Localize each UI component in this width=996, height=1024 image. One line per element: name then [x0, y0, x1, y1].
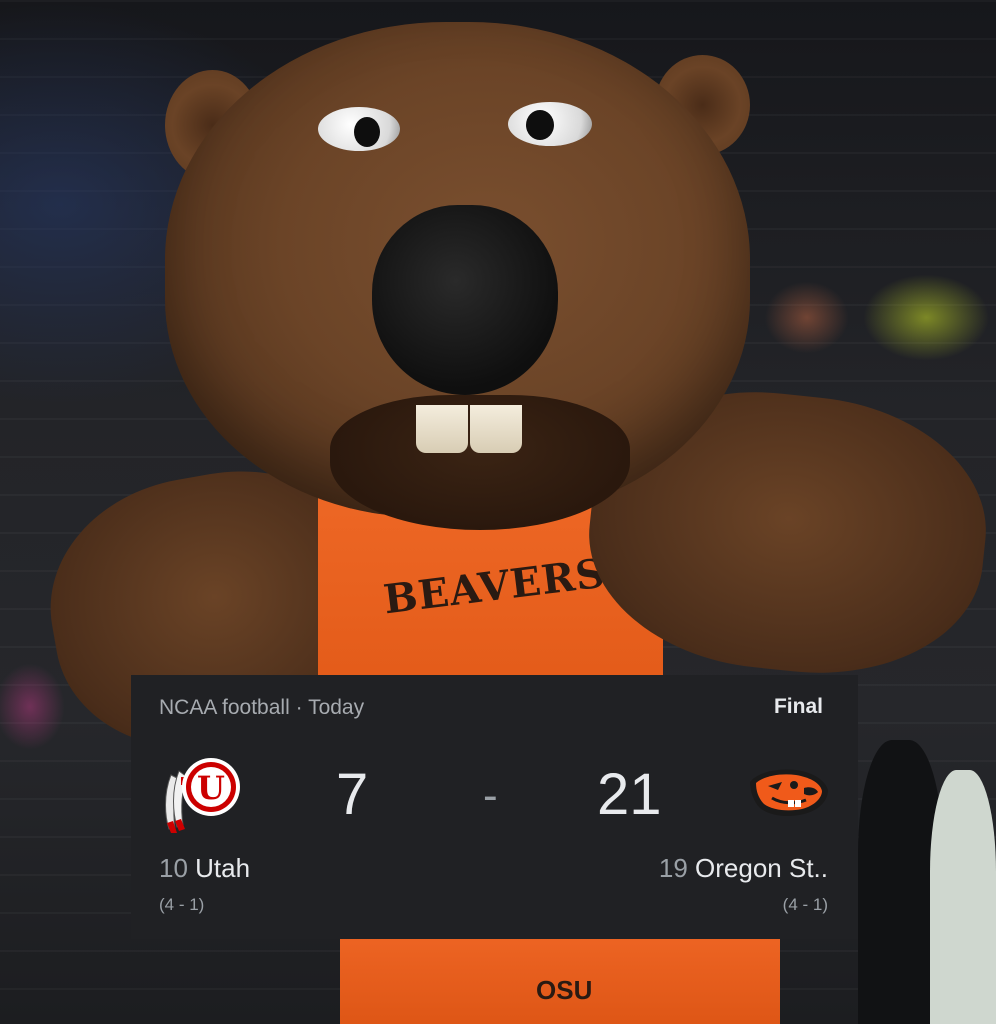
away-team[interactable]: 19 Oregon St..: [659, 853, 828, 884]
utah-utes-logo-icon: U: [165, 758, 240, 833]
svg-text:U: U: [197, 769, 225, 807]
mascot-left-eye: [318, 107, 400, 151]
oregon-state-beaver-logo-icon: [750, 769, 828, 816]
score-separator: -: [483, 771, 498, 820]
home-team-record: (4 - 1): [159, 895, 205, 914]
mascot-tooth: [416, 405, 468, 453]
away-team-name: Oregon St..: [695, 853, 828, 883]
game-status: Final: [773, 695, 823, 718]
game-meta: NCAA football · Today: [159, 696, 364, 720]
shorts-text: OSU: [536, 975, 593, 1005]
mascot-right-eye: [508, 102, 592, 146]
away-team-rank: 19: [658, 853, 688, 883]
meta-separator: ·: [295, 696, 303, 719]
mascot-tooth: [470, 405, 522, 453]
league-label: NCAA football: [159, 696, 290, 719]
home-team-rank: 10: [159, 853, 188, 883]
away-score: 21: [597, 762, 662, 827]
game-date: Today: [308, 696, 365, 719]
background-person: [930, 770, 996, 1024]
away-team-record: (4 - 1): [782, 895, 828, 914]
home-team-name: Utah: [195, 853, 251, 883]
score-card[interactable]: NCAA football · Today Final U 7 - 21 10 …: [131, 675, 858, 939]
mascot-nose: [372, 205, 558, 395]
home-score: 7: [336, 762, 369, 827]
home-team[interactable]: 10 Utah: [159, 853, 250, 884]
